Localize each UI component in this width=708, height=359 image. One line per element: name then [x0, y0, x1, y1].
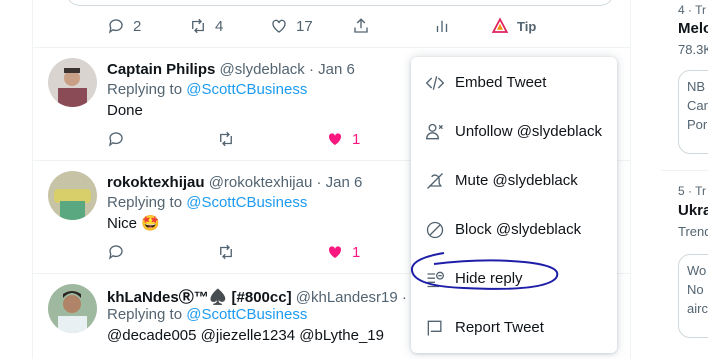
menu-item-label: Hide reply [455, 270, 523, 287]
tip-icon [491, 17, 509, 33]
menu-item-label: Unfollow @slydeblack [455, 123, 602, 140]
retweet-button[interactable]: 4 [189, 17, 223, 35]
trend-meta: 5 · Tr [678, 184, 707, 198]
divider [32, 47, 631, 48]
menu-item-label: Mute @slydeblack [455, 172, 578, 189]
retweet-icon [192, 18, 204, 34]
tweet-date[interactable]: · Jan 6 [309, 61, 355, 78]
retweet-icon [220, 244, 232, 260]
author-handle[interactable]: @khLandesr19 [296, 289, 398, 306]
flag-icon [427, 320, 442, 335]
card-line: Car [687, 98, 708, 113]
trend-title[interactable]: Melo [678, 20, 708, 37]
replying-to-link[interactable]: @ScottCBusiness [186, 194, 307, 211]
like-button[interactable]: 1 [326, 130, 360, 148]
previous-tweet-card-edge [66, 0, 614, 6]
reply-button[interactable] [107, 130, 125, 148]
card-line: NB [687, 79, 706, 94]
replying-prefix: Replying to [107, 81, 187, 98]
menu-item-block[interactable]: Block @slydeblack [411, 205, 617, 254]
heart-filled-icon [328, 246, 342, 258]
block-icon [426, 221, 444, 238]
share-button[interactable] [352, 17, 370, 35]
menu-item-unfollow[interactable]: Unfollow @slydeblack [411, 107, 617, 156]
like-button[interactable]: 17 [270, 17, 313, 35]
avatar[interactable] [48, 58, 97, 107]
tweet-header: Captain Philips @slydeblack · Jan 6 [107, 61, 355, 78]
menu-item-report[interactable]: Report Tweet [411, 303, 617, 352]
retweet-count: 4 [215, 17, 224, 35]
replying-to: Replying to @ScottCBusiness [107, 306, 307, 323]
replying-prefix: Replying to [107, 194, 187, 211]
trend-title[interactable]: Ukra [678, 202, 708, 219]
author-handle[interactable]: @slydeblack [220, 61, 305, 78]
tip-label: Tip [517, 18, 537, 34]
author-name[interactable]: Captain Philips [107, 61, 215, 78]
right-sidebar: 4 · Tr Melo 78.3K NB Car Por 5 · Tr Ukra… [661, 0, 708, 359]
card-line: No [687, 282, 704, 297]
reply-button[interactable] [107, 243, 125, 261]
card-line: Por [687, 117, 708, 132]
author-name[interactable]: rokoktexhijau [107, 174, 205, 191]
card-line: airc [687, 301, 708, 316]
trend-news-card[interactable]: NB Car Por [678, 70, 708, 154]
retweet-icon [220, 131, 232, 147]
trend-category: Trend [678, 224, 708, 239]
tweet-header: khLaNdesⓇ™♠️ [#800cc] @khLandesr19 · 2 [107, 286, 419, 307]
menu-item-mute[interactable]: Mute @slydeblack [411, 156, 617, 205]
retweet-button[interactable] [217, 130, 235, 148]
replying-to-link[interactable]: @ScottCBusiness [186, 81, 307, 98]
like-count: 1 [352, 130, 361, 148]
menu-item-label: Block @slydeblack [455, 221, 582, 238]
menu-item-label: Embed Tweet [455, 74, 547, 91]
trend-news-card[interactable]: Wo No airc [678, 254, 708, 338]
avatar[interactable] [48, 171, 97, 220]
tweet-options-menu: Embed Tweet Unfollow @slydeblack Mute @s… [411, 57, 617, 353]
replying-to-link[interactable]: @ScottCBusiness [186, 306, 307, 323]
menu-item-hide-reply[interactable]: Hide reply [411, 254, 617, 303]
unfollow-icon [425, 123, 443, 139]
like-count: 17 [296, 17, 313, 35]
author-handle[interactable]: @rokoktexhijau [209, 174, 313, 191]
tweet-text: Done [107, 102, 143, 119]
reply-icon [108, 245, 123, 260]
divider [661, 170, 708, 171]
reply-icon [108, 132, 123, 147]
analytics-icon [436, 20, 448, 32]
tweet-mentions[interactable]: @decade005 @jiezelle1234 @bLythe_19 [107, 327, 384, 344]
hide-reply-icon [427, 271, 444, 287]
trend-meta: 4 · Tr [678, 3, 707, 17]
heart-icon [272, 19, 286, 33]
tweet-actions: 1 [107, 130, 407, 150]
card-line: Wo [687, 263, 707, 278]
replying-to: Replying to @ScottCBusiness [107, 81, 307, 98]
code-icon [425, 75, 445, 90]
menu-item-label: Report Tweet [455, 319, 544, 336]
trend-tweet-count: 78.3K [678, 42, 708, 57]
tweet-actions: 1 [107, 243, 407, 263]
tip-button[interactable]: Tip [491, 17, 536, 35]
heart-filled-icon [328, 133, 342, 145]
reply-button[interactable]: 2 [107, 17, 141, 35]
previous-tweet-actions: 2 4 17 Tip [107, 17, 547, 37]
like-button[interactable]: 1 [326, 243, 360, 261]
menu-item-embed-tweet[interactable]: Embed Tweet [411, 58, 617, 107]
tweet-text: Nice 🤩 [107, 215, 160, 232]
like-count: 1 [352, 243, 361, 261]
tweet-date[interactable]: · Jan 6 [316, 174, 362, 191]
tweet-header: rokoktexhijau @rokoktexhijau · Jan 6 [107, 174, 362, 191]
replying-to: Replying to @ScottCBusiness [107, 194, 307, 211]
replying-prefix: Replying to [107, 306, 187, 323]
avatar[interactable] [48, 284, 97, 333]
mute-icon [427, 172, 443, 189]
reply-count: 2 [133, 17, 142, 35]
analytics-button[interactable] [433, 17, 451, 35]
retweet-button[interactable] [217, 243, 235, 261]
reply-icon [108, 19, 123, 34]
author-name[interactable]: khLaNdesⓇ™♠️ [#800cc] [107, 289, 292, 306]
share-icon [354, 18, 368, 33]
